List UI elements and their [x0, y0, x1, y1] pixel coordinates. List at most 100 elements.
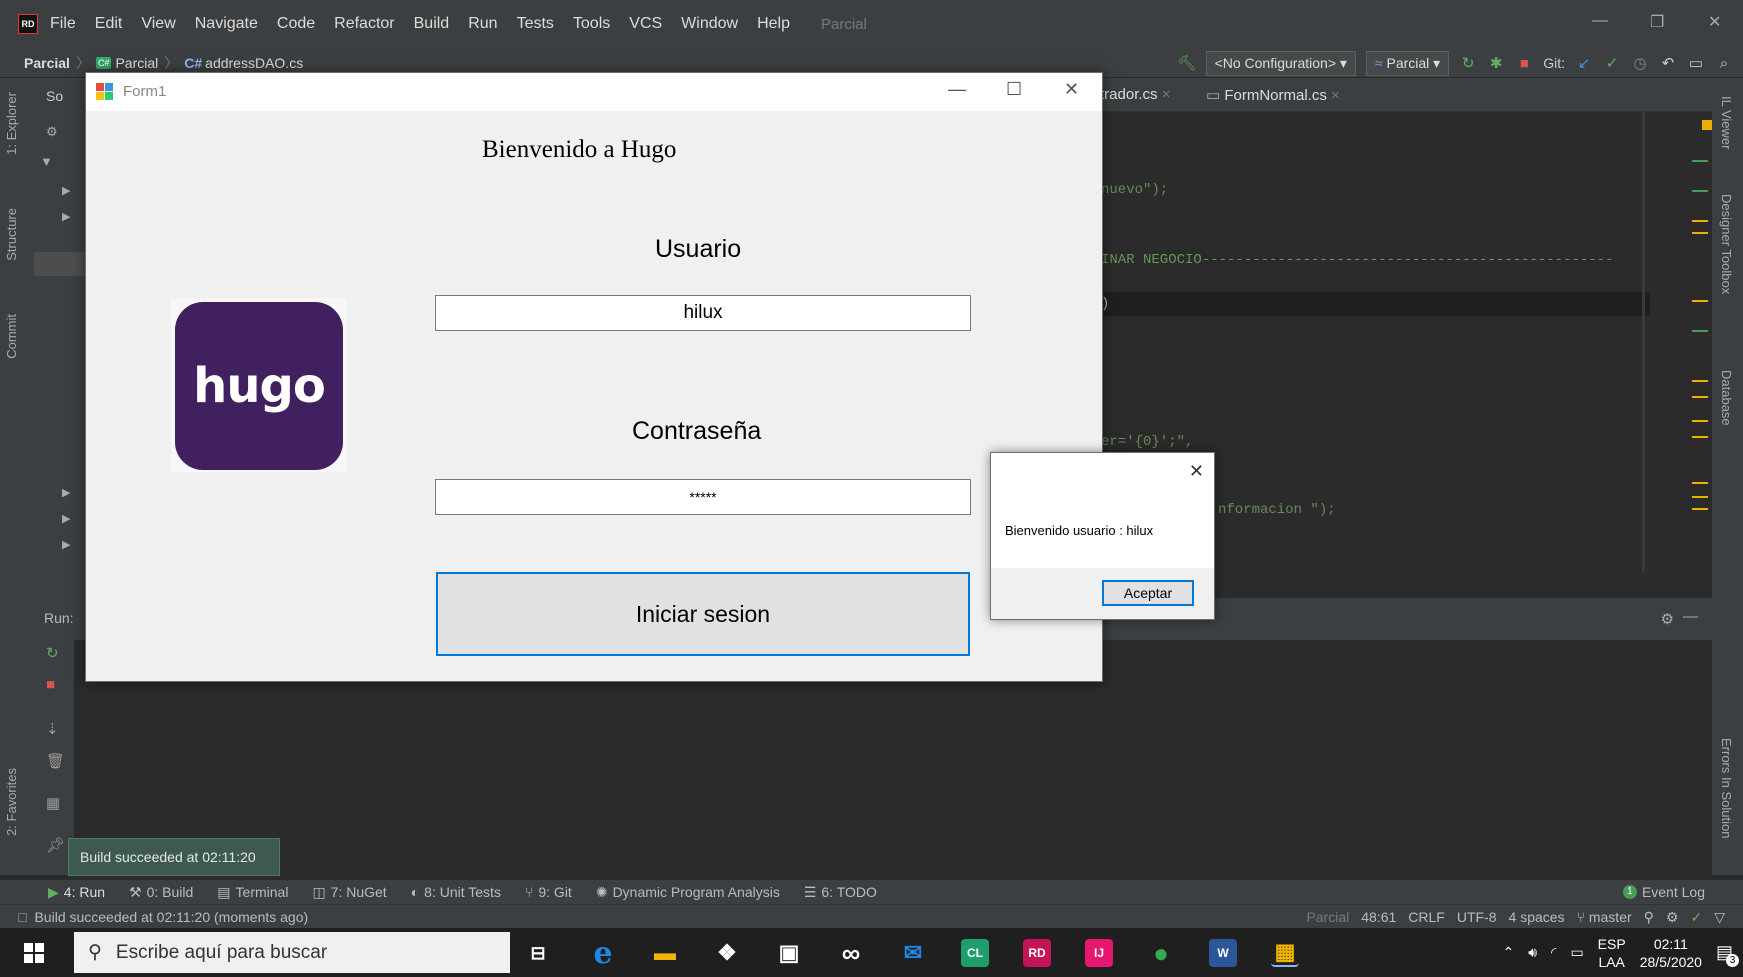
scroll-to-end-icon[interactable]: ⇣	[46, 720, 59, 738]
search-everywhere-icon[interactable]: ⌕	[1715, 54, 1733, 72]
build-hammer-icon[interactable]: 🔨︎	[1177, 54, 1196, 72]
scroll-marker[interactable]	[1692, 300, 1708, 302]
filter-icon[interactable]: ▽	[1714, 909, 1725, 926]
menu-view[interactable]: View	[141, 15, 175, 33]
arduino-icon[interactable]: ∞	[837, 938, 865, 968]
close-tab-icon[interactable]: ×	[1331, 87, 1340, 104]
layout-icon[interactable]: ▦	[46, 794, 60, 812]
windows-start-icon[interactable]	[24, 943, 44, 963]
volume-icon[interactable]: 🔊︎	[1528, 944, 1537, 961]
tab-administrador-cs[interactable]: trador.cs ×	[1100, 86, 1170, 103]
tab-designer-toolbox[interactable]: Designer Toolbox	[1719, 194, 1734, 294]
warning-marker[interactable]	[1702, 120, 1712, 130]
status-caret-position[interactable]: 48:61	[1361, 909, 1396, 926]
trash-icon[interactable]: 🗑︎	[46, 752, 65, 770]
scroll-marker[interactable]	[1692, 396, 1708, 398]
scroll-marker[interactable]	[1692, 190, 1708, 192]
run-config-select[interactable]: <No Configuration> ▾	[1205, 50, 1356, 76]
chrome-icon[interactable]: ●	[1147, 938, 1175, 968]
tab-todo[interactable]: ☰ 6: TODO	[804, 884, 877, 901]
tree-expand-icon[interactable]: ▼	[40, 154, 53, 169]
undo-icon[interactable]: ↶	[1659, 54, 1677, 72]
breadcrumb-project[interactable]: Parcial	[115, 55, 158, 71]
event-log-button[interactable]: 1 Event Log	[1622, 884, 1705, 900]
hide-panel-icon[interactable]: —	[1683, 608, 1698, 625]
target-select[interactable]: ≈ Parcial ▾	[1365, 50, 1450, 76]
task-view-icon[interactable]: ⊟	[524, 939, 552, 967]
wifi-icon[interactable]: ◜	[1551, 944, 1556, 961]
battery-icon[interactable]: ▭	[1570, 944, 1583, 961]
git-update-icon[interactable]: ↙	[1575, 54, 1593, 72]
close-icon[interactable]: ✕	[1189, 461, 1204, 482]
tab-dynamic-program-analysis[interactable]: ✺ Dynamic Program Analysis	[596, 884, 780, 901]
tab-formnormal-cs[interactable]: ▭ FormNormal.cs ×	[1206, 86, 1340, 104]
file-explorer-icon[interactable]: ▬	[651, 939, 679, 967]
tab-run[interactable]: ▶ 4: Run	[48, 884, 105, 901]
store-icon[interactable]: ▣	[775, 939, 803, 967]
edge-icon[interactable]: e	[589, 936, 617, 971]
scroll-marker[interactable]	[1692, 380, 1708, 382]
clock[interactable]: 02:11 28/5/2020	[1640, 935, 1702, 971]
status-indent[interactable]: 4 spaces	[1509, 909, 1565, 926]
taskbar-search-box[interactable]: ⚲ Escribe aquí para buscar	[74, 932, 510, 973]
status-encoding[interactable]: UTF-8	[1457, 909, 1497, 926]
status-message[interactable]: Build succeeded at 02:11:20 (moments ago…	[34, 909, 308, 925]
status-panel-icon[interactable]: □	[18, 909, 26, 925]
menu-edit[interactable]: Edit	[95, 15, 123, 33]
input-language[interactable]: ESP LAA	[1598, 935, 1626, 971]
stop-icon[interactable]: ■	[1515, 54, 1533, 72]
debug-bug-icon[interactable]: ✱	[1487, 54, 1505, 72]
breadcrumb-file[interactable]: addressDAO.cs	[205, 55, 303, 71]
build-succeeded-tooltip[interactable]: Build succeeded at 02:11:20	[68, 838, 280, 876]
tab-unit-tests[interactable]: ◐ 8: Unit Tests	[411, 884, 501, 900]
ide-minimize-icon[interactable]: —	[1592, 12, 1608, 30]
notifications-icon[interactable]: ▤ 3	[1716, 942, 1739, 967]
menu-vcs[interactable]: VCS	[629, 15, 662, 33]
tab-nuget[interactable]: ◫ 7: NuGet	[312, 884, 386, 901]
password-input[interactable]: *****	[435, 479, 971, 515]
ide-close-icon[interactable]: ✕	[1708, 12, 1721, 32]
menu-refactor[interactable]: Refactor	[334, 15, 394, 33]
git-commit-icon[interactable]: ✓	[1603, 54, 1621, 72]
explorer-tool-icon[interactable]: ⚙	[46, 124, 58, 140]
username-input[interactable]: hilux	[435, 295, 971, 331]
mail-icon[interactable]: ✉	[899, 939, 927, 967]
status-line-separator[interactable]: CRLF	[1408, 909, 1445, 926]
status-project[interactable]: Parcial	[1306, 909, 1349, 926]
tab-commit[interactable]: Commit	[4, 314, 19, 359]
scroll-marker[interactable]	[1692, 496, 1708, 498]
accept-button[interactable]: Aceptar	[1102, 580, 1194, 606]
inspector-icon[interactable]: ⚙	[1666, 909, 1679, 926]
status-ok-icon[interactable]: ✓	[1690, 909, 1702, 926]
winforms-app-icon[interactable]: ▦	[1271, 939, 1299, 967]
tab-terminal[interactable]: ▤ Terminal	[217, 884, 288, 901]
menu-build[interactable]: Build	[414, 15, 450, 33]
menu-code[interactable]: Code	[277, 15, 315, 33]
tree-expand-icon[interactable]: ▶	[62, 512, 70, 525]
scroll-marker[interactable]	[1692, 232, 1708, 234]
tab-structure[interactable]: Structure	[4, 208, 19, 261]
tray-chevron-up-icon[interactable]: ⌃	[1502, 944, 1514, 961]
minimize-icon[interactable]: —	[948, 79, 966, 100]
explorer-header[interactable]: So	[46, 88, 63, 104]
scroll-marker[interactable]	[1692, 420, 1708, 422]
scroll-marker[interactable]	[1692, 482, 1708, 484]
close-icon[interactable]: ✕	[1064, 79, 1079, 100]
dropbox-icon[interactable]: ❖	[713, 939, 741, 967]
clion-icon[interactable]: CL	[961, 939, 989, 967]
tree-expand-icon[interactable]: ▶	[62, 184, 70, 197]
scroll-marker[interactable]	[1692, 508, 1708, 510]
scroll-marker[interactable]	[1692, 436, 1708, 438]
form1-titlebar[interactable]: Form1 — ☐ ✕	[86, 73, 1102, 111]
menu-tools[interactable]: Tools	[573, 15, 610, 33]
rider-icon[interactable]: RD	[1023, 939, 1051, 967]
lock-icon[interactable]: ⚲	[1644, 909, 1654, 926]
status-branch[interactable]: ⑂ master	[1577, 909, 1632, 926]
settings-gear-icon[interactable]: ⚙	[1661, 610, 1674, 628]
tree-expand-icon[interactable]: ▶	[62, 486, 70, 499]
menu-file[interactable]: File	[50, 15, 76, 33]
maximize-icon[interactable]: ☐	[1006, 79, 1022, 100]
menu-navigate[interactable]: Navigate	[195, 15, 258, 33]
rerun-icon[interactable]: ↻	[46, 644, 59, 662]
tab-git[interactable]: ⑂ 9: Git	[525, 884, 572, 900]
